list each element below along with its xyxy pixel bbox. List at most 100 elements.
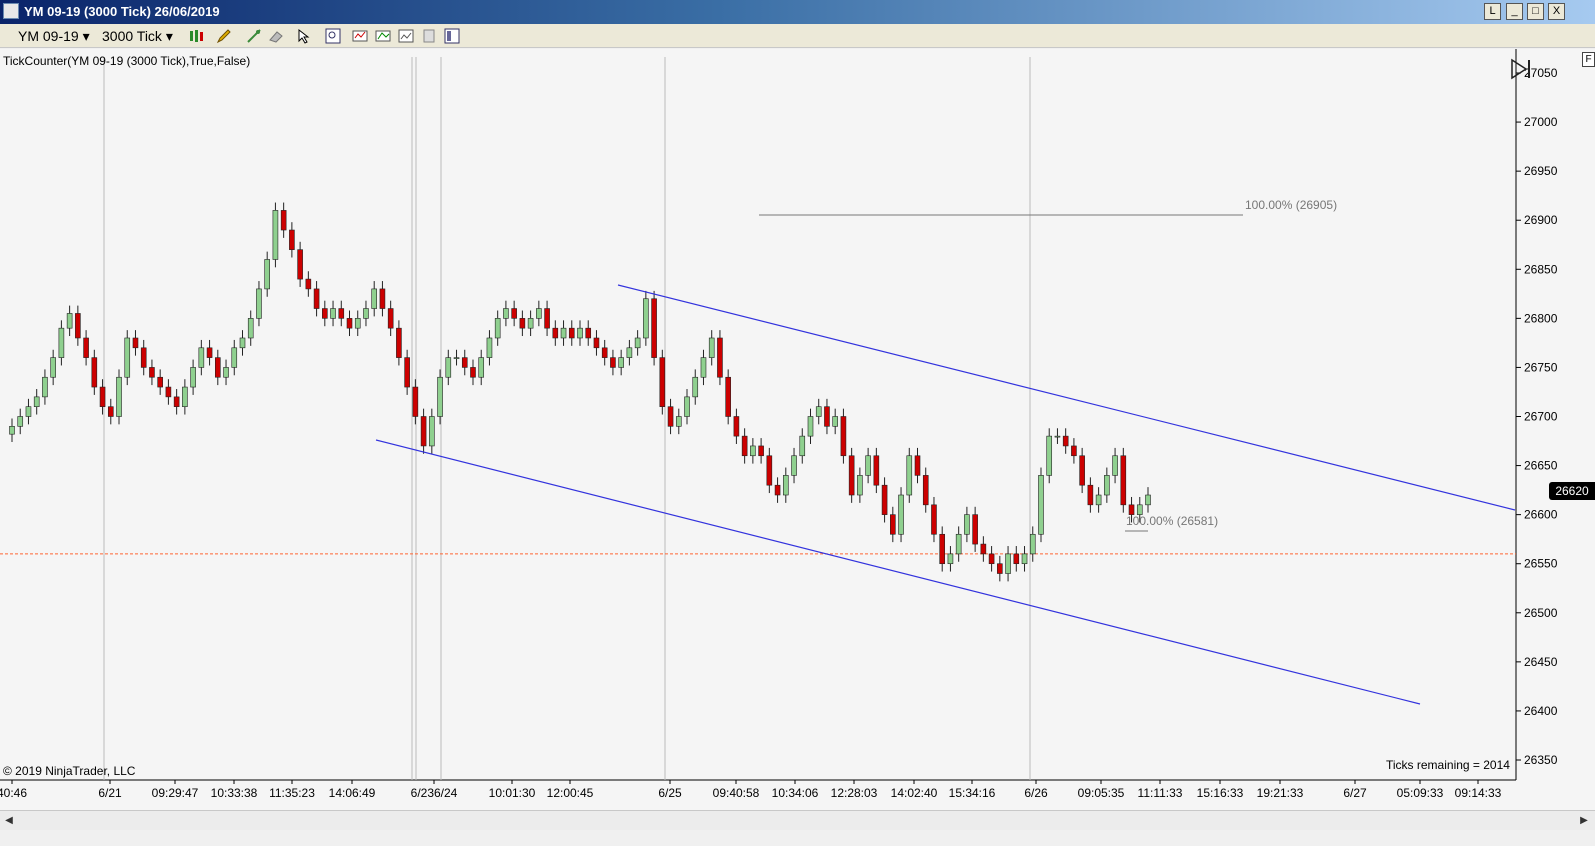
candle-body [667,406,674,427]
candle-body [634,337,641,349]
candle-body [610,357,616,368]
candle-body [791,455,797,476]
candle-body [91,357,98,388]
candle-body [782,475,789,496]
x-tick-label: 09:29:47 [152,786,199,800]
price-chart[interactable]: 2705027000269502690026850268002675026700… [0,49,1595,810]
chart-toolbar: YM 09-19 ▾ 3000 Tick ▾ [0,24,1595,48]
candle-body [420,416,427,447]
candle-body [173,396,180,407]
channel-upper-line [617,284,1516,511]
candle-body [198,347,205,368]
x-tick-label: 05:09:33 [1397,786,1444,800]
candle-body [1038,475,1044,535]
candle-body [799,435,806,457]
layout-icon[interactable] [444,28,460,44]
candle-body [1112,455,1118,476]
candle-body [733,416,740,437]
candle-body [618,357,624,368]
candle-body [486,337,493,358]
candle-body [149,367,155,378]
candle-body [568,327,575,339]
bar-type-icon[interactable] [188,28,204,44]
channel-lower-line [375,439,1421,705]
candle-body [692,376,699,398]
y-tick-label: 27000 [1524,115,1558,129]
candle-body [494,318,501,339]
candle-body [429,416,435,447]
chart-app-icon [3,3,19,19]
y-tick-label: 26550 [1524,557,1558,571]
maximize-button[interactable]: □ [1527,3,1544,20]
candle-body [17,416,24,427]
candle-body [1104,475,1110,496]
candle-body [1120,455,1127,506]
x-tick-label: 12:00:45 [547,786,594,800]
scroll-to-end-icon[interactable] [1510,58,1534,80]
candle-body [577,327,583,339]
candle-body [99,386,106,407]
drawing-pencil-icon[interactable] [216,28,232,44]
title-bar: YM 09-19 (3000 Tick) 26/06/2019 L _ □ X [0,0,1595,24]
x-tick-label: 14:02:40 [891,786,938,800]
candle-body [815,406,822,417]
candle-body [511,308,517,319]
candle-body [750,445,756,457]
fib-bottom-label: 100.00% (26581) [1126,514,1218,528]
x-tick-label: 40:46 [0,786,27,800]
candle-body [371,288,378,309]
candle-body [1062,435,1069,447]
candle-body [223,367,229,378]
fib-top-label: 100.00% (26905) [1245,198,1337,212]
candle-body [857,475,863,496]
candle-body [1046,435,1053,476]
horizontal-scrollbar[interactable]: ◀ ▶ [0,810,1595,830]
zoom-icon[interactable] [325,28,341,44]
candle-body [1145,494,1151,506]
candle-body [659,357,666,407]
minimize-button[interactable]: _ [1506,3,1523,20]
candle-body [700,357,707,378]
candle-body [280,210,287,231]
candle-body [988,553,995,565]
scroll-left-arrow-icon[interactable]: ◀ [2,814,16,828]
candle-body [906,455,913,496]
candle-body [107,406,114,417]
candle-body [972,514,978,545]
candle-body [437,376,443,417]
candle-body [313,288,320,309]
candle-body [717,337,723,378]
chart-corner-button[interactable]: F [1582,52,1595,67]
candle-body [922,475,929,506]
eraser-icon[interactable] [268,28,284,44]
candle-body [116,376,122,417]
candle-body [766,455,773,486]
close-button[interactable]: X [1548,3,1565,20]
drawing-tools-icon[interactable] [246,28,262,44]
cursor-icon[interactable] [296,28,312,44]
candle-body [247,318,254,339]
period-selector[interactable]: 3000 Tick ▾ [102,27,173,45]
instrument-selector[interactable]: YM 09-19 ▾ [18,27,90,45]
link-button[interactable]: L [1484,3,1501,20]
candle-body [256,288,262,319]
candle-body [330,308,336,319]
candle-body [807,416,814,437]
scroll-right-arrow-icon[interactable]: ▶ [1577,814,1591,828]
candle-body [873,455,880,486]
candle-body [840,416,847,457]
properties-icon[interactable] [421,28,437,44]
candle-body [182,386,188,407]
candle-body [626,347,633,358]
y-tick-label: 26950 [1524,164,1558,178]
copyright-text: © 2019 NinjaTrader, LLC [3,764,136,778]
candle-body [83,337,89,358]
candle-body [898,494,904,535]
x-tick-label: 19:21:33 [1257,786,1304,800]
candle-body [412,386,419,417]
strategies-icon[interactable] [375,28,391,44]
y-tick-label: 26750 [1524,360,1558,374]
window-title: YM 09-19 (3000 Tick) 26/06/2019 [24,4,220,19]
indicators-icon[interactable] [352,28,368,44]
data-box-icon[interactable] [398,28,414,44]
